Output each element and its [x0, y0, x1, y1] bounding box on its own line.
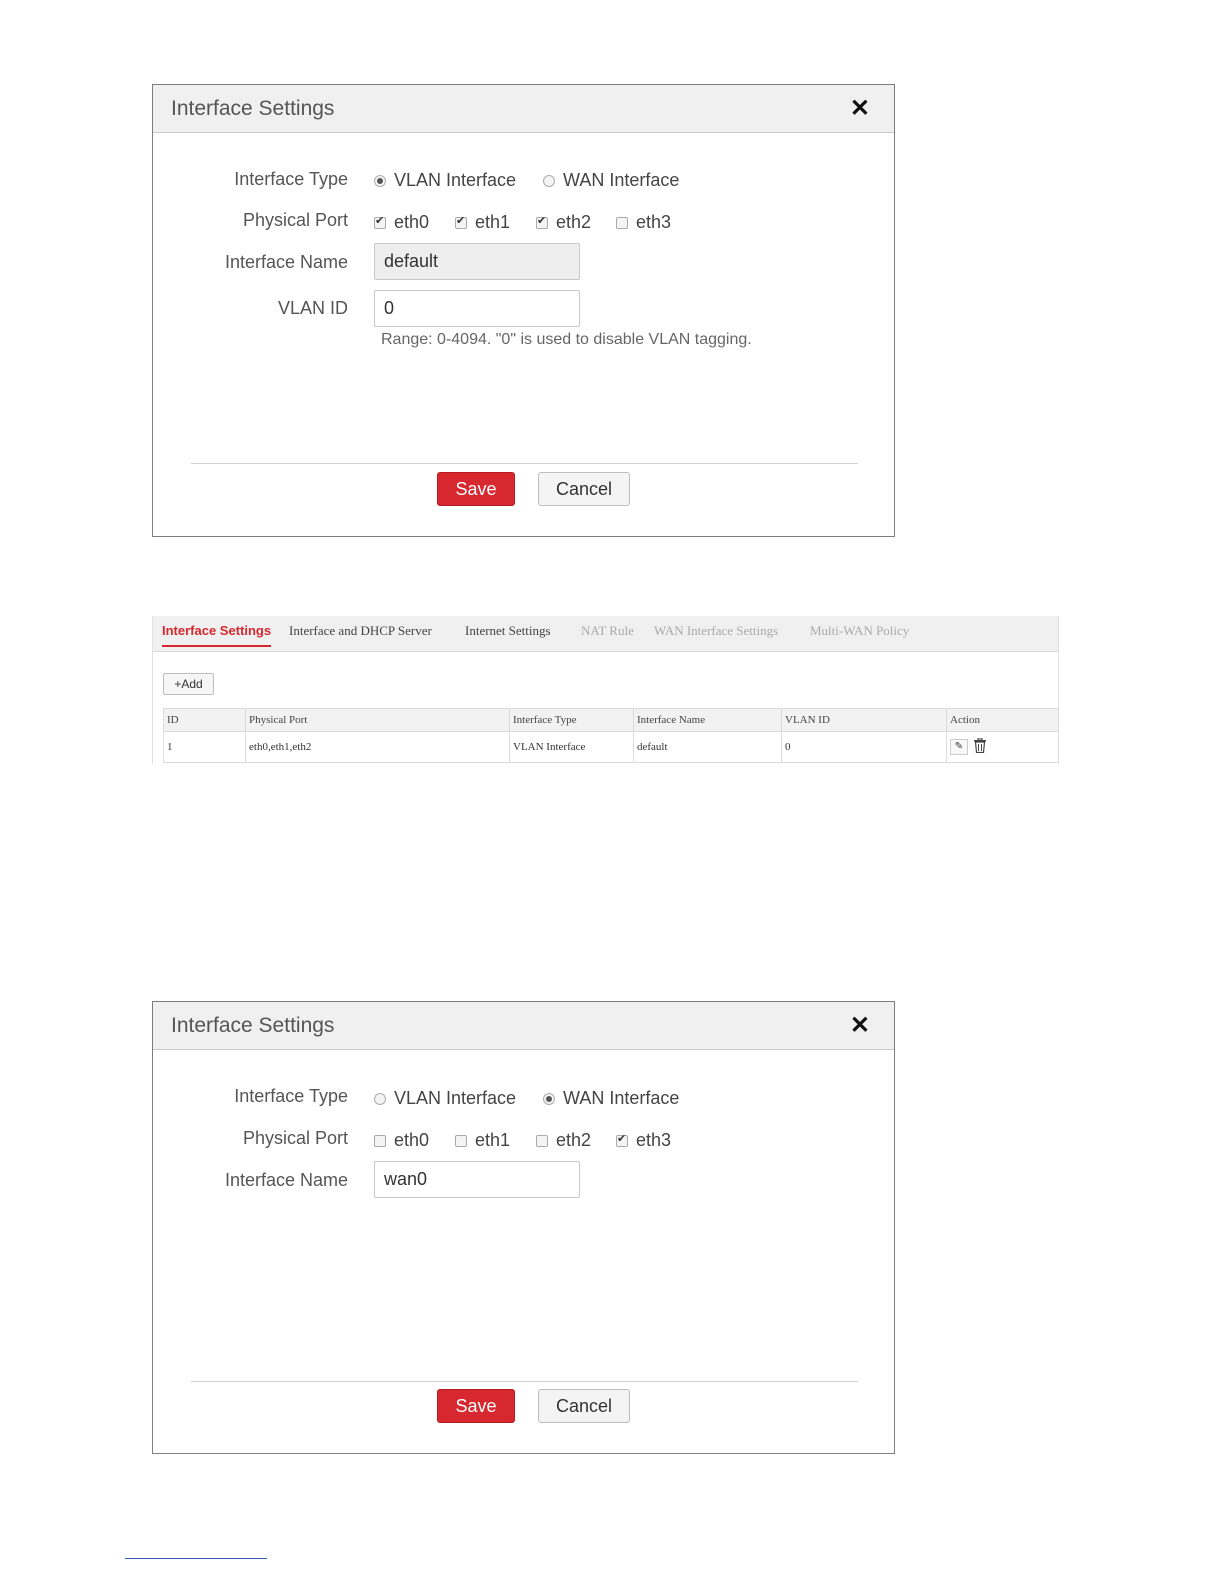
checkbox-eth0[interactable]: eth0: [374, 1130, 429, 1151]
cell-id: 1: [163, 731, 246, 763]
radio-button[interactable]: [374, 175, 386, 187]
column-header-physical-port: Physical Port: [245, 708, 510, 732]
checkbox-eth2[interactable]: eth2: [536, 1130, 591, 1151]
vlan-range-hint: Range: 0-4094. "0" is used to disable VL…: [381, 331, 752, 348]
interface-list-panel: Interface Settings Interface and DHCP Se…: [152, 616, 1059, 764]
edit-icon[interactable]: ✎: [950, 739, 968, 755]
checkbox-label: eth2: [556, 212, 592, 232]
dialog-title: Interface Settings: [171, 1014, 335, 1037]
radio-label: VLAN Interface: [394, 170, 517, 190]
checkbox[interactable]: [616, 217, 628, 229]
checkbox[interactable]: [536, 1135, 548, 1147]
divider: [191, 1381, 858, 1382]
checkbox-label: eth1: [475, 212, 511, 232]
radio-wan-interface[interactable]: WAN Interface: [543, 1088, 679, 1109]
cell-physical-port: eth0,eth1,eth2: [245, 731, 510, 763]
dialog-header: Interface Settings ✕: [153, 1002, 894, 1050]
radio-vlan-interface[interactable]: VLAN Interface: [374, 1088, 516, 1109]
radio-label: WAN Interface: [563, 1088, 680, 1108]
checkbox-eth3[interactable]: eth3: [616, 1130, 671, 1151]
column-header-vlan-id: VLAN ID: [781, 708, 947, 732]
checkbox[interactable]: [374, 1135, 386, 1147]
vlan-id-label: VLAN ID: [277, 298, 348, 318]
footnote-separator: [125, 1558, 267, 1559]
radio-wan-interface[interactable]: WAN Interface: [543, 170, 679, 191]
checkbox-label: eth3: [636, 1130, 672, 1150]
checkbox-label: eth2: [556, 1130, 592, 1150]
cell-action: ✎: [946, 731, 1059, 763]
tab-nat-rule[interactable]: NAT Rule: [581, 623, 634, 639]
radio-button[interactable]: [374, 1093, 386, 1105]
tab-internet-settings[interactable]: Internet Settings: [465, 623, 551, 639]
checkbox-eth1[interactable]: eth1: [455, 212, 510, 233]
tab-wan-interface-settings[interactable]: WAN Interface Settings: [654, 623, 778, 639]
interface-settings-dialog-vlan: Interface Settings ✕ Interface Type VLAN…: [152, 84, 895, 537]
interface-settings-dialog-wan: Interface Settings ✕ Interface Type VLAN…: [152, 1001, 895, 1454]
table-header-row: ID Physical Port Interface Type Interfac…: [163, 708, 1059, 732]
interface-name-label: Interface Name: [224, 1170, 348, 1190]
dialog-header: Interface Settings ✕: [153, 85, 894, 133]
tab-interface-dhcp-server[interactable]: Interface and DHCP Server: [289, 623, 432, 639]
checkbox-label: eth0: [394, 1130, 430, 1150]
checkbox-label: eth0: [394, 212, 430, 232]
radio-button[interactable]: [543, 175, 555, 187]
checkbox-eth0[interactable]: eth0: [374, 212, 429, 233]
checkbox-eth3[interactable]: eth3: [616, 212, 671, 233]
dialog-title: Interface Settings: [171, 97, 335, 120]
save-button[interactable]: Save: [437, 1389, 515, 1423]
checkbox-label: eth3: [636, 212, 672, 232]
trash-icon[interactable]: [973, 737, 987, 756]
column-header-interface-type: Interface Type: [509, 708, 634, 732]
checkbox[interactable]: [455, 1135, 467, 1147]
checkbox[interactable]: [455, 214, 467, 229]
column-header-interface-name: Interface Name: [633, 708, 782, 732]
checkbox[interactable]: [374, 214, 386, 229]
cell-vlan-id: 0: [781, 731, 947, 763]
radio-button[interactable]: [543, 1093, 555, 1105]
radio-vlan-interface[interactable]: VLAN Interface: [374, 170, 516, 191]
physical-port-label: Physical Port: [242, 210, 348, 230]
checkbox-eth1[interactable]: eth1: [455, 1130, 510, 1151]
close-icon[interactable]: ✕: [850, 1014, 870, 1038]
checkbox-eth2[interactable]: eth2: [536, 212, 591, 233]
interface-type-label: Interface Type: [234, 1086, 348, 1106]
interface-table: ID Physical Port Interface Type Interfac…: [163, 708, 1059, 763]
checkbox[interactable]: [616, 1132, 628, 1147]
cell-interface-type: VLAN Interface: [509, 731, 634, 763]
tab-interface-settings[interactable]: Interface Settings: [162, 623, 272, 647]
interface-name-label: Interface Name: [224, 252, 348, 272]
cancel-button[interactable]: Cancel: [538, 1389, 630, 1423]
tab-bar: Interface Settings Interface and DHCP Se…: [153, 616, 1058, 652]
interface-name-field[interactable]: wan0: [374, 1161, 580, 1198]
add-button[interactable]: +Add: [163, 673, 214, 695]
checkbox[interactable]: [536, 214, 548, 229]
save-button[interactable]: Save: [437, 472, 515, 506]
column-header-action: Action: [946, 708, 1059, 732]
divider: [191, 463, 858, 464]
column-header-id: ID: [163, 708, 246, 732]
close-icon[interactable]: ✕: [850, 97, 870, 121]
interface-name-field: default: [374, 243, 580, 280]
radio-label: VLAN Interface: [394, 1088, 517, 1108]
cancel-button[interactable]: Cancel: [538, 472, 630, 506]
interface-type-label: Interface Type: [234, 169, 348, 189]
vlan-id-field[interactable]: 0: [374, 290, 580, 327]
checkbox-label: eth1: [475, 1130, 511, 1150]
tab-multi-wan-policy[interactable]: Multi-WAN Policy: [810, 623, 909, 639]
radio-label: WAN Interface: [563, 170, 680, 190]
cell-interface-name: default: [633, 731, 782, 763]
physical-port-label: Physical Port: [242, 1128, 348, 1148]
table-row: 1 eth0,eth1,eth2 VLAN Interface default …: [163, 731, 1059, 763]
